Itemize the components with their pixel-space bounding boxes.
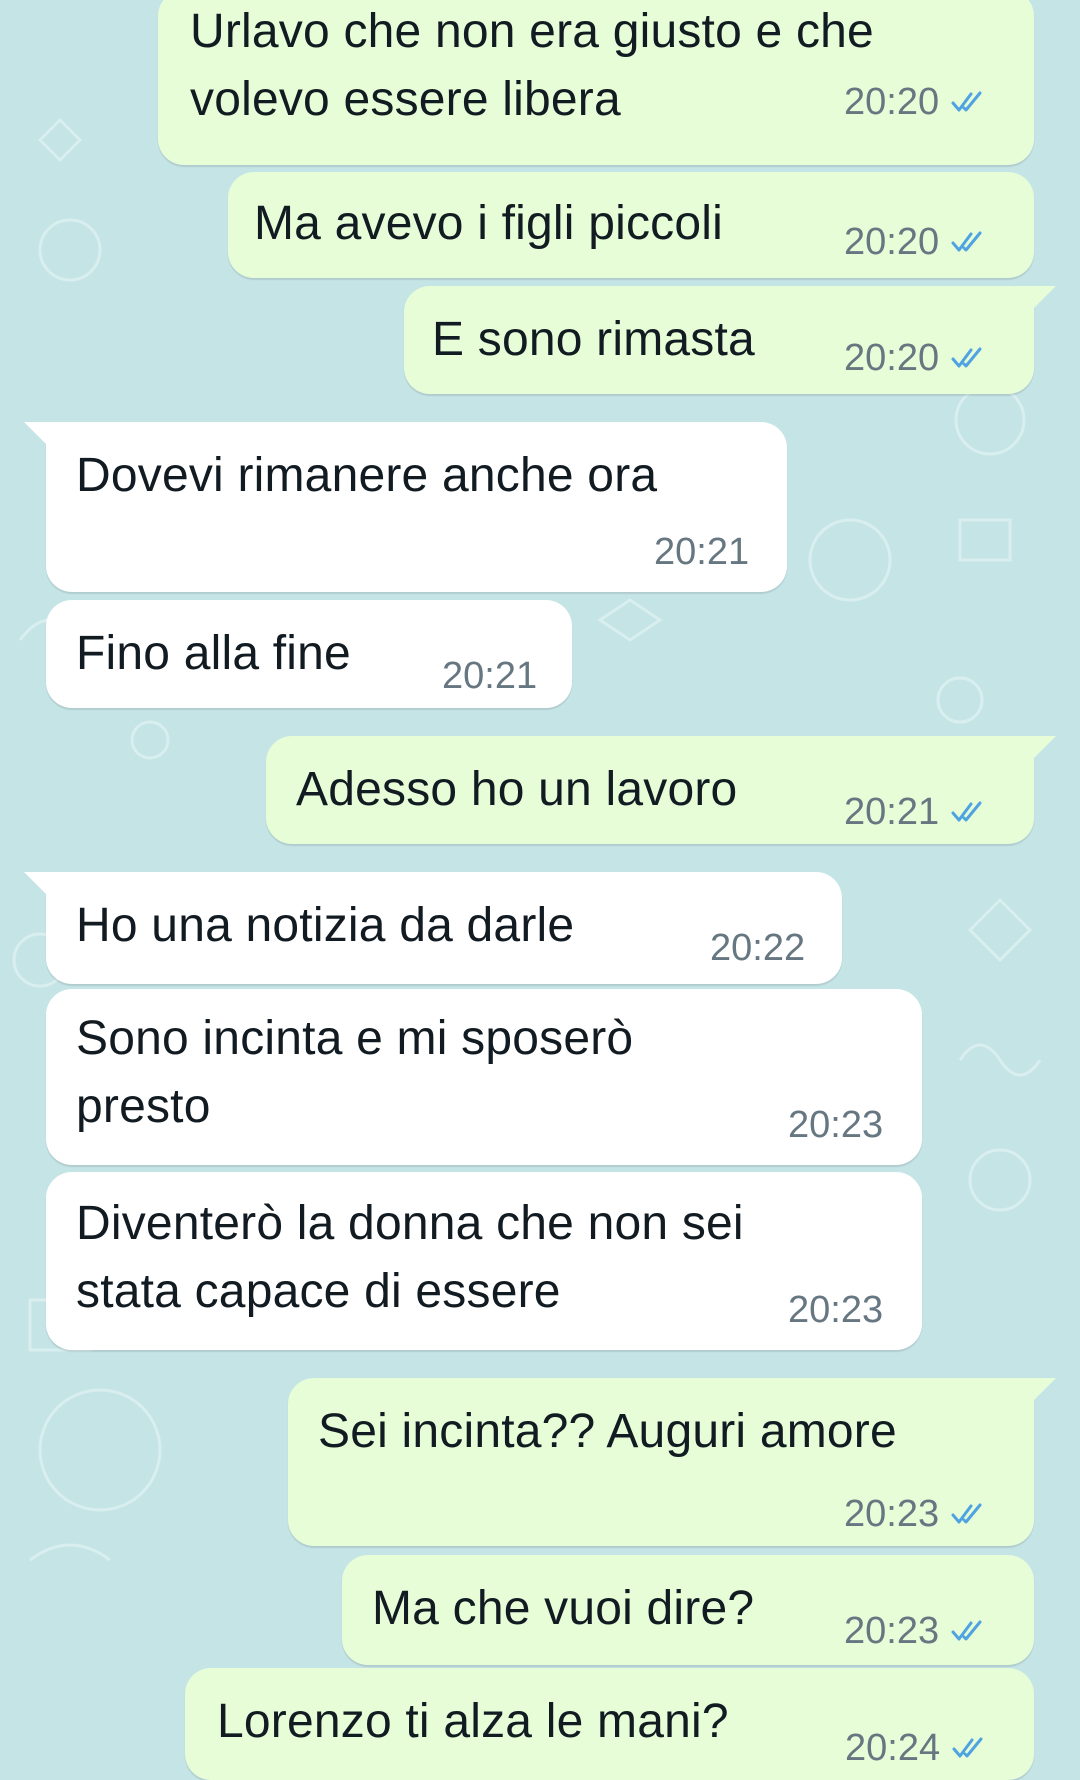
message-timestamp: 20:21 <box>844 791 940 833</box>
message-text: Adesso ho un lavoro <box>296 763 738 816</box>
bubble-tail <box>1032 286 1056 310</box>
message-timestamp: 20:20 <box>844 221 940 263</box>
double-check-icon <box>951 347 982 368</box>
message-meta: 20:20 <box>844 82 985 122</box>
message-timestamp: 20:23 <box>844 1610 940 1652</box>
message-text: Dovevi rimanere anche ora <box>76 449 658 502</box>
message-meta: 20:21 <box>844 792 985 832</box>
message-meta: 20:21 <box>442 656 537 696</box>
incoming-message-bubble[interactable]: Sono incinta e mi sposerò presto 20:23 <box>46 989 922 1165</box>
message-meta: 20:20 <box>844 338 985 378</box>
message-text: Fino alla fine <box>76 627 351 680</box>
message-timestamp: 20:20 <box>844 337 940 379</box>
message-text: Lorenzo ti alza le mani? <box>217 1695 729 1748</box>
incoming-message-bubble[interactable]: Fino alla fine 20:21 <box>46 600 572 708</box>
message-meta: 20:24 <box>845 1728 986 1768</box>
message-text: Urlavo che non era giusto e che volevo e… <box>190 5 874 126</box>
outgoing-message-bubble[interactable]: Adesso ho un lavoro 20:21 <box>266 736 1056 844</box>
bubble-tail <box>24 872 48 896</box>
message-timestamp: 20:23 <box>844 1493 940 1535</box>
message-timestamp: 20:21 <box>654 531 750 573</box>
message-text: Ma che vuoi dire? <box>372 1582 755 1635</box>
incoming-message-bubble[interactable]: Diventerò la donna che non sei stata cap… <box>46 1172 922 1350</box>
outgoing-message-bubble[interactable]: Sei incinta?? Auguri amore 20:23 <box>288 1378 1056 1546</box>
message-meta: 20:21 <box>654 532 749 572</box>
message-meta: 20:23 <box>844 1494 985 1534</box>
double-check-icon <box>951 801 982 822</box>
incoming-message-bubble[interactable]: Ho una notizia da darle 20:22 <box>24 872 842 984</box>
outgoing-message-bubble[interactable]: Urlavo che non era giusto e che volevo e… <box>158 0 1034 165</box>
double-check-icon <box>951 91 982 112</box>
bubble-tail <box>1032 1378 1056 1402</box>
message-text: E sono rimasta <box>432 313 755 366</box>
message-meta: 20:23 <box>788 1105 883 1145</box>
incoming-message-bubble[interactable]: Dovevi rimanere anche ora 20:21 <box>24 422 787 592</box>
message-timestamp: 20:22 <box>710 927 806 969</box>
outgoing-message-bubble[interactable]: Lorenzo ti alza le mani? 20:24 <box>185 1668 1034 1780</box>
message-timestamp: 20:24 <box>845 1727 941 1769</box>
bubble-tail <box>1032 736 1056 760</box>
message-timestamp: 20:20 <box>844 81 940 123</box>
message-text: Sei incinta?? Auguri amore <box>318 1405 897 1458</box>
message-text: Sono incinta e mi sposerò presto <box>76 1012 634 1133</box>
outgoing-message-bubble[interactable]: E sono rimasta 20:20 <box>404 286 1056 394</box>
double-check-icon <box>951 1620 982 1641</box>
message-timestamp: 20:23 <box>788 1104 884 1146</box>
double-check-icon <box>952 1737 983 1758</box>
outgoing-message-bubble[interactable]: Ma avevo i figli piccoli 20:20 <box>228 172 1034 278</box>
message-meta: 20:23 <box>788 1290 883 1330</box>
double-check-icon <box>951 231 982 252</box>
message-timestamp: 20:21 <box>442 655 538 697</box>
message-text: Diventerò la donna che non sei stata cap… <box>76 1197 744 1318</box>
bubble-tail <box>24 422 48 446</box>
double-check-icon <box>951 1503 982 1524</box>
message-meta: 20:20 <box>844 222 985 262</box>
message-meta: 20:22 <box>710 928 805 968</box>
outgoing-message-bubble[interactable]: Ma che vuoi dire? 20:23 <box>342 1555 1034 1665</box>
message-text: Ma avevo i figli piccoli <box>254 197 723 250</box>
message-meta: 20:23 <box>844 1611 985 1651</box>
message-text: Ho una notizia da darle <box>76 899 575 952</box>
message-timestamp: 20:23 <box>788 1289 884 1331</box>
